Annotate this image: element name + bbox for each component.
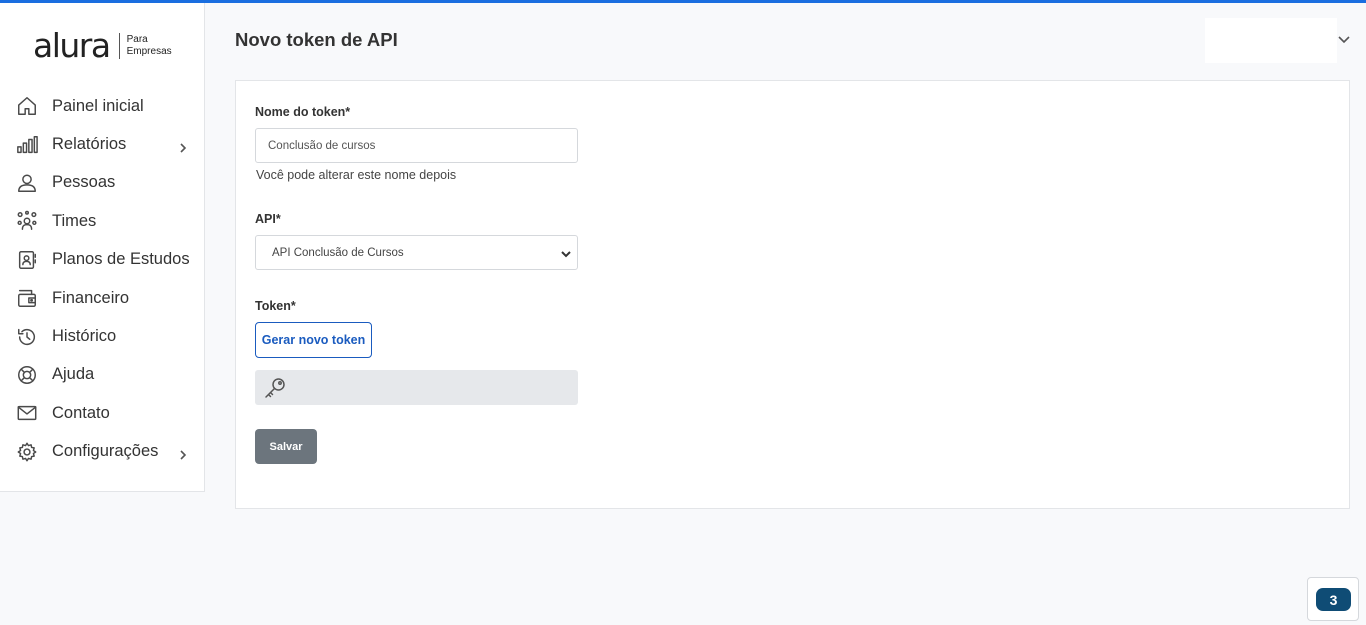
chevron-down-icon[interactable] [1337, 32, 1351, 46]
logo-wordmark: alura [33, 26, 111, 65]
api-select[interactable]: API Conclusão de Cursos [255, 235, 578, 270]
token-label: Token* [255, 299, 296, 313]
logo-subtitle: Para Empresas [127, 34, 172, 58]
sidebar-item-label: Histórico [52, 327, 117, 346]
save-button[interactable]: Salvar [255, 429, 317, 464]
sidebar-item-label: Painel inicial [52, 96, 144, 115]
sidebar-item-relatorios[interactable]: Relatórios [0, 125, 204, 163]
bar-chart-icon [16, 134, 38, 156]
sidebar-item-label: Times [52, 211, 97, 230]
wallet-icon [16, 287, 38, 309]
sidebar-item-financeiro[interactable]: Financeiro [0, 279, 204, 317]
sidebar-item-label: Configurações [52, 442, 159, 461]
sidebar-item-label: Contato [52, 403, 110, 422]
history-icon [16, 326, 38, 348]
sidebar-item-pessoas[interactable]: Pessoas [0, 164, 204, 202]
token-name-input[interactable] [255, 128, 578, 163]
sidebar-item-label: Planos de Estudos [52, 250, 190, 269]
logo-subtitle-line1: Para [126, 33, 148, 45]
sidebar-item-ajuda[interactable]: Ajuda [0, 356, 204, 394]
api-select-value: API Conclusão de Cursos [272, 247, 404, 259]
study-plan-icon [16, 249, 38, 271]
sidebar-item-contato[interactable]: Contato [0, 394, 204, 432]
sidebar-nav: Painel inicial Relatórios Pessoas Times [0, 87, 204, 471]
sidebar: alura Para Empresas Painel inicial Relat… [0, 3, 205, 492]
user-menu[interactable] [1205, 18, 1337, 63]
token-name-label: Nome do token* [255, 105, 351, 119]
sidebar-item-configuracoes[interactable]: Configurações [0, 433, 204, 471]
notification-widget[interactable]: 3 [1307, 577, 1359, 621]
page-title: Novo token de API [235, 29, 398, 50]
lifebuoy-icon [16, 364, 38, 386]
chevron-right-icon [178, 447, 188, 460]
sidebar-item-painel-inicial[interactable]: Painel inicial [0, 87, 204, 125]
token-output-field [255, 370, 578, 405]
sidebar-item-label: Ajuda [52, 365, 95, 384]
notification-count-badge[interactable]: 3 [1316, 588, 1351, 611]
sidebar-item-planos-de-estudos[interactable]: Planos de Estudos [0, 241, 204, 279]
api-label: API* [255, 212, 281, 226]
token-name-help: Você pode alterar este nome depois [256, 168, 457, 182]
home-icon [16, 95, 38, 117]
alura-logo[interactable]: alura Para Empresas [33, 29, 172, 62]
chevron-right-icon [178, 140, 188, 153]
sidebar-item-historico[interactable]: Histórico [0, 317, 204, 355]
gear-icon [16, 441, 38, 463]
key-icon [263, 376, 287, 400]
mail-icon [16, 402, 38, 424]
token-form-card: Nome do token* Você pode alterar este no… [235, 80, 1350, 509]
logo-subtitle-line2: Empresas [126, 45, 172, 57]
sidebar-item-label: Pessoas [52, 173, 116, 192]
generate-token-button[interactable]: Gerar novo token [255, 322, 372, 358]
sidebar-item-times[interactable]: Times [0, 202, 204, 240]
logo-divider [118, 32, 120, 59]
sidebar-item-label: Financeiro [52, 288, 130, 307]
sidebar-item-label: Relatórios [52, 135, 127, 154]
chevron-down-icon [560, 247, 572, 259]
person-icon [16, 172, 38, 194]
team-icon [16, 210, 38, 232]
